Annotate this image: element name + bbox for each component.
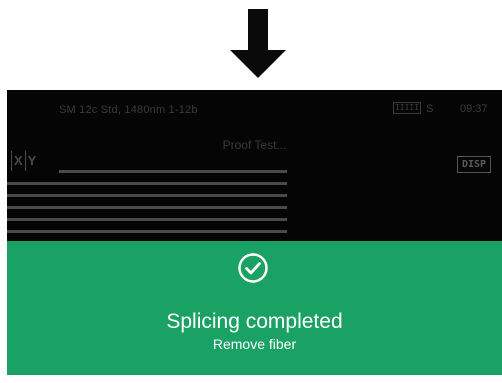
proof-test-label: Proof Test...	[222, 138, 287, 152]
page: SM 12c Std, 1480nm 1-12b IIIII S 09:37 P…	[0, 0, 502, 383]
battery-suffix: S	[426, 103, 434, 115]
splicer-screen: SM 12c Std, 1480nm 1-12b IIIII S 09:37 P…	[7, 90, 502, 375]
fiber-line	[7, 206, 287, 209]
fiber-line	[7, 230, 287, 233]
fiber-image	[7, 168, 287, 240]
status-bar: SM 12c Std, 1480nm 1-12b IIIII S 09:37	[7, 90, 502, 126]
fiber-line	[7, 218, 287, 221]
splice-complete-banner: Splicing completed Remove fiber	[7, 241, 502, 375]
battery-icon: IIIII	[393, 102, 421, 114]
fiber-line	[7, 182, 287, 185]
fiber-line	[7, 194, 287, 197]
banner-title: Splicing completed	[166, 310, 343, 333]
banner-subtitle: Remove fiber	[212, 336, 297, 352]
check-circle-icon	[238, 253, 268, 283]
fiber-line	[59, 170, 287, 173]
down-arrow-icon	[230, 9, 286, 78]
clock: 09:37	[460, 103, 488, 115]
splice-program-label: SM 12c Std, 1480nm 1-12b	[59, 104, 198, 116]
disp-button[interactable]: DISP	[457, 156, 491, 173]
